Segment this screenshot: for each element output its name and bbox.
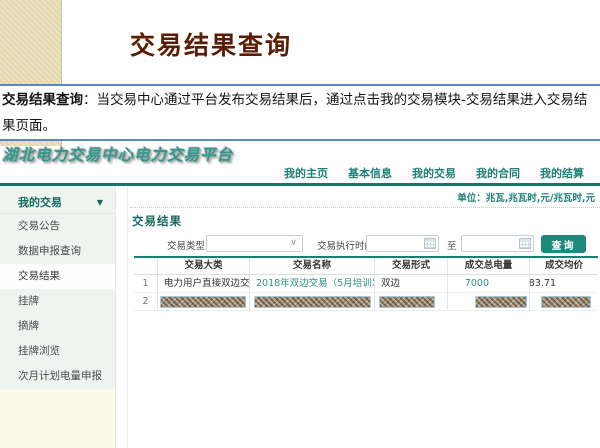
page: 交易结果查询 交易结果查询：当交易中心通过平台发布交易结果后，通过点击我的交易模… (0, 0, 600, 448)
nav-item-home[interactable]: 我的主页 (284, 165, 328, 181)
table-cell-name-link[interactable]: 2018年双边交易（5月培训发电企业） (250, 275, 375, 293)
table-cell-volume-redacted (448, 293, 530, 311)
table-header-name: 交易名称 (250, 258, 375, 275)
sidebar-item-listing-browse[interactable]: 挂牌浏览 (0, 339, 115, 364)
execution-time-to-input[interactable] (461, 235, 534, 252)
filter-bar: 交易类型： ∨ 交易执行时间： 至 查询 (128, 235, 600, 253)
execution-time-from-input[interactable] (366, 235, 439, 252)
sidebar-item-listing[interactable]: 挂牌 (0, 289, 115, 314)
redacted-block (254, 296, 371, 308)
nav-item-my-trades[interactable]: 我的交易 (412, 165, 456, 181)
query-button[interactable]: 查询 (541, 235, 586, 253)
sidebar-item-data-declaration-query[interactable]: 数据申报查询 (0, 239, 115, 264)
nav-item-basic-info[interactable]: 基本信息 (348, 165, 392, 181)
main-panel: 单位：兆瓦,兆瓦时,元/兆瓦时,元 交易结果 交易类型： ∨ 交易执行时间： 至… (127, 186, 600, 448)
trade-type-select[interactable]: ∨ (206, 235, 303, 252)
top-navigation: 我的主页 基本信息 我的交易 我的合同 我的结算 (284, 165, 584, 181)
table-cell-form-redacted (375, 293, 448, 311)
section-title: 交易结果 (132, 213, 182, 229)
table-header-price: 成交均价 (530, 258, 598, 275)
page-title: 交易结果查询 (130, 26, 292, 62)
table-header-form: 交易形式 (375, 258, 448, 275)
table-cell-price: 383.71 (530, 275, 598, 293)
unit-note: 单位：兆瓦,兆瓦时,元/兆瓦时,元 (457, 190, 595, 204)
table-cell-category-redacted (158, 293, 250, 311)
redacted-block (475, 296, 527, 308)
chevron-down-icon: ∨ (290, 238, 297, 248)
sidebar: 我的交易 ▼ 交易公告 数据申报查询 交易结果 挂牌 摘牌 挂牌浏览 次月计划电… (0, 186, 116, 448)
sidebar-menu: 我的交易 ▼ 交易公告 数据申报查询 交易结果 挂牌 摘牌 挂牌浏览 次月计划电… (0, 186, 115, 389)
table-cell-form: 双边 (375, 275, 448, 293)
to-label: 至 (447, 238, 457, 252)
results-table: 交易大类 交易名称 交易形式 成交总电量 成交均价 1 电力用户直接双边交易 2… (134, 256, 598, 311)
table-cell-category: 电力用户直接双边交易 (158, 275, 250, 293)
dotted-separator (130, 207, 600, 208)
sidebar-header[interactable]: 我的交易 ▼ (0, 192, 115, 214)
nav-item-my-settlement[interactable]: 我的结算 (540, 165, 584, 181)
sidebar-item-delisting[interactable]: 摘牌 (0, 314, 115, 339)
table-cell-price-redacted (530, 293, 598, 311)
calendar-icon[interactable] (424, 238, 436, 249)
platform-title: 湖北电力交易中心电力交易平台 (2, 143, 233, 165)
redacted-block (541, 296, 591, 308)
table-cell-volume: 7000 (448, 275, 530, 293)
table-header-category: 交易大类 (158, 258, 250, 275)
nav-item-my-contracts[interactable]: 我的合同 (476, 165, 520, 181)
table-row-index: 2 (134, 293, 158, 311)
table-header-volume: 成交总电量 (448, 258, 530, 275)
sidebar-footer (0, 389, 115, 448)
table-header-index (134, 258, 158, 275)
sidebar-item-trade-results[interactable]: 交易结果 (0, 264, 115, 289)
description-text: ：当交易中心通过平台发布交易结果后，通过点击我的交易模块-交易结果进入交易结果页… (2, 92, 587, 134)
description-label: 交易结果查询 (2, 92, 83, 108)
redacted-block (160, 296, 246, 308)
sidebar-item-trade-announcement[interactable]: 交易公告 (0, 214, 115, 239)
sidebar-item-next-month-plan[interactable]: 次月计划电量申报 (0, 364, 115, 389)
table-cell-name-redacted (250, 293, 375, 311)
table-row-index: 1 (134, 275, 158, 293)
caret-down-icon: ▼ (97, 192, 103, 214)
sidebar-header-label: 我的交易 (18, 196, 62, 209)
calendar-icon[interactable] (519, 238, 531, 249)
redacted-block (379, 296, 435, 308)
description-box: 交易结果查询：当交易中心通过平台发布交易结果后，通过点击我的交易模块-交易结果进… (0, 84, 600, 141)
